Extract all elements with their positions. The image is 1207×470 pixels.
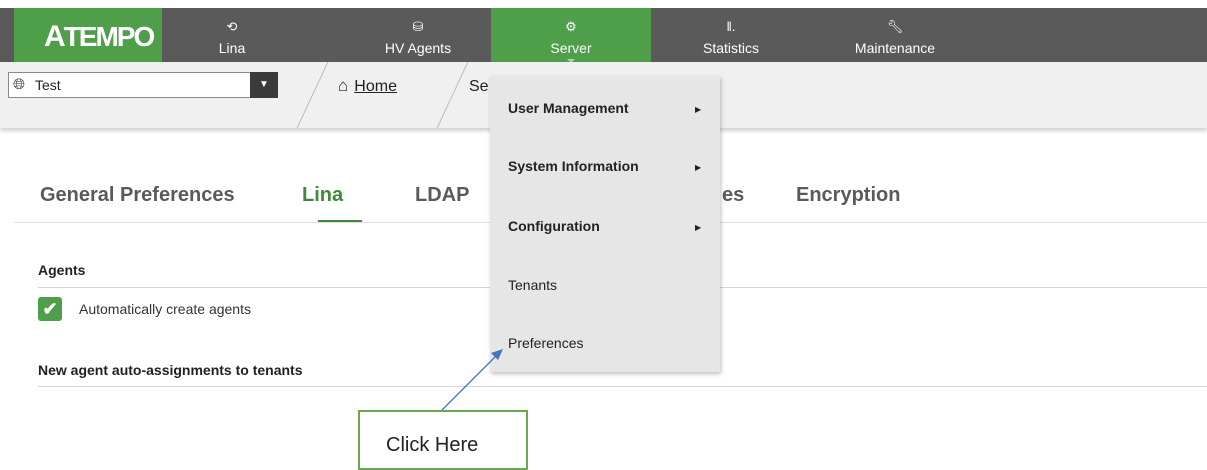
callout-text: Click Here <box>386 434 479 456</box>
click-here-callout: Click Here <box>358 410 528 470</box>
annotation-arrow <box>441 349 503 411</box>
